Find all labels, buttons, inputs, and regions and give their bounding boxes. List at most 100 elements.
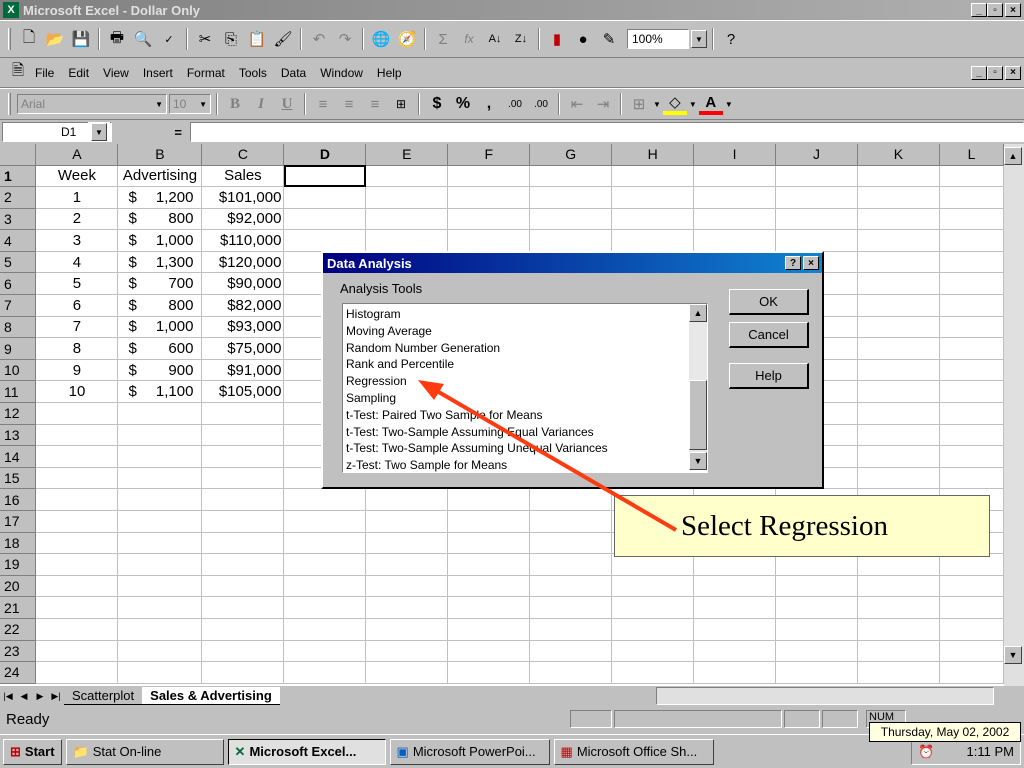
taskbar-item-powerpoint[interactable]: ▣ Microsoft PowerPoi... bbox=[389, 738, 550, 765]
cell[interactable] bbox=[283, 488, 367, 511]
font-dropdown-icon[interactable]: ▼ bbox=[155, 100, 166, 109]
cell[interactable] bbox=[35, 488, 119, 511]
cell[interactable] bbox=[693, 618, 777, 641]
merge-center-icon[interactable]: ⊞ bbox=[389, 93, 413, 115]
cell-week[interactable]: 4 bbox=[35, 251, 119, 274]
cell[interactable] bbox=[611, 186, 695, 209]
cell[interactable] bbox=[529, 661, 613, 684]
increase-indent-icon[interactable]: ⇥ bbox=[591, 93, 615, 115]
row-header[interactable]: 7 bbox=[0, 294, 37, 317]
cell[interactable] bbox=[857, 229, 940, 252]
cell[interactable] bbox=[939, 424, 1004, 447]
sort-descending-icon[interactable]: Z↓ bbox=[509, 28, 533, 50]
row-header[interactable]: 6 bbox=[0, 272, 37, 296]
excel-app-icon[interactable]: X bbox=[3, 2, 19, 18]
cell[interactable] bbox=[939, 575, 1004, 598]
col-header-a[interactable]: A bbox=[35, 144, 119, 166]
cell[interactable] bbox=[447, 575, 531, 598]
cell[interactable] bbox=[775, 618, 858, 641]
toolbar-grip[interactable] bbox=[8, 93, 11, 115]
cell[interactable] bbox=[447, 640, 531, 663]
doc-close-button[interactable]: × bbox=[1005, 65, 1021, 80]
cell-advertising[interactable]: $1,100 bbox=[117, 380, 203, 404]
comma-button[interactable]: , bbox=[477, 93, 501, 115]
cell[interactable] bbox=[857, 596, 940, 619]
cell[interactable] bbox=[365, 186, 449, 209]
cell[interactable] bbox=[939, 467, 1004, 490]
align-right-icon[interactable]: ≡ bbox=[363, 93, 387, 115]
cell-sales[interactable]: $101,000 bbox=[201, 186, 285, 209]
cell[interactable] bbox=[201, 445, 285, 468]
cell[interactable] bbox=[857, 661, 940, 684]
cell[interactable] bbox=[857, 337, 940, 360]
cell[interactable] bbox=[529, 596, 613, 619]
function-icon[interactable]: fx bbox=[457, 28, 481, 50]
cell[interactable] bbox=[857, 467, 940, 490]
cell-advertising[interactable]: $800 bbox=[117, 208, 203, 231]
cell-advertising[interactable]: $700 bbox=[117, 272, 203, 296]
borders-dropdown-icon[interactable]: ▼ bbox=[653, 100, 661, 109]
cell-sales[interactable]: $91,000 bbox=[201, 359, 285, 382]
taskbar-item-excel[interactable]: ✕ Microsoft Excel... bbox=[227, 738, 386, 765]
cell[interactable] bbox=[857, 380, 940, 404]
last-sheet-icon[interactable]: ▶| bbox=[48, 688, 64, 704]
align-left-icon[interactable]: ≡ bbox=[311, 93, 335, 115]
cell[interactable] bbox=[35, 402, 119, 425]
cell-advertising[interactable]: $1,200 bbox=[117, 186, 203, 209]
prev-sheet-icon[interactable]: ◀ bbox=[16, 688, 32, 704]
cell[interactable] bbox=[35, 596, 119, 619]
percent-button[interactable]: % bbox=[451, 93, 475, 115]
cell[interactable] bbox=[939, 380, 1004, 404]
underline-button[interactable]: U bbox=[275, 93, 299, 115]
cell-sales[interactable]: $92,000 bbox=[201, 208, 285, 231]
cell[interactable] bbox=[693, 208, 777, 231]
cell[interactable] bbox=[857, 294, 940, 317]
menu-data[interactable]: Data bbox=[274, 66, 313, 80]
cell[interactable] bbox=[365, 208, 449, 231]
cell[interactable] bbox=[857, 208, 940, 231]
cell[interactable] bbox=[939, 294, 1004, 317]
cell[interactable] bbox=[939, 596, 1004, 619]
cell[interactable] bbox=[201, 488, 285, 511]
cell[interactable] bbox=[117, 510, 203, 533]
cell[interactable] bbox=[529, 640, 613, 663]
cell[interactable] bbox=[283, 532, 367, 555]
cell[interactable] bbox=[611, 596, 695, 619]
cell[interactable] bbox=[117, 618, 203, 641]
cell[interactable] bbox=[365, 618, 449, 641]
cell[interactable] bbox=[693, 661, 777, 684]
cell[interactable] bbox=[35, 640, 119, 663]
cell[interactable] bbox=[447, 229, 531, 252]
cell-week[interactable]: 9 bbox=[35, 359, 119, 382]
col-header-j[interactable]: J bbox=[775, 144, 858, 166]
cell-advertising[interactable]: $900 bbox=[117, 359, 203, 382]
cell[interactable] bbox=[201, 640, 285, 663]
scheduler-icon[interactable]: ⏰ bbox=[918, 744, 934, 760]
cell-sales[interactable]: $93,000 bbox=[201, 316, 285, 339]
cell[interactable] bbox=[35, 467, 119, 490]
cell[interactable] bbox=[365, 596, 449, 619]
cell[interactable] bbox=[117, 445, 203, 468]
fill-dropdown-icon[interactable]: ▼ bbox=[689, 100, 697, 109]
cell-week[interactable]: 7 bbox=[35, 316, 119, 339]
cell[interactable] bbox=[35, 661, 119, 684]
cell[interactable] bbox=[693, 575, 777, 598]
cell[interactable] bbox=[365, 575, 449, 598]
new-icon[interactable]: 🗋 bbox=[17, 28, 41, 50]
cell[interactable] bbox=[857, 640, 940, 663]
paste-icon[interactable]: 📋 bbox=[245, 28, 269, 50]
cell[interactable] bbox=[447, 661, 531, 684]
menu-help[interactable]: Help bbox=[370, 66, 409, 80]
print-icon[interactable]: 🖶 bbox=[105, 28, 129, 50]
cell[interactable] bbox=[283, 618, 367, 641]
cell-week[interactable]: 3 bbox=[35, 229, 119, 252]
cell[interactable] bbox=[529, 618, 613, 641]
cell[interactable] bbox=[775, 661, 858, 684]
cell-sales[interactable]: $82,000 bbox=[201, 294, 285, 317]
row-header[interactable]: 5 bbox=[0, 251, 37, 274]
clock[interactable]: 1:11 PM bbox=[967, 744, 1014, 759]
list-item-moving-average[interactable]: Moving Average bbox=[346, 323, 707, 340]
cell-header-sales[interactable]: Sales bbox=[201, 165, 285, 188]
taskbar-item-office-shortcut[interactable]: ▦ Microsoft Office Sh... bbox=[553, 738, 714, 765]
document-icon[interactable]: 🗎 bbox=[8, 62, 28, 84]
